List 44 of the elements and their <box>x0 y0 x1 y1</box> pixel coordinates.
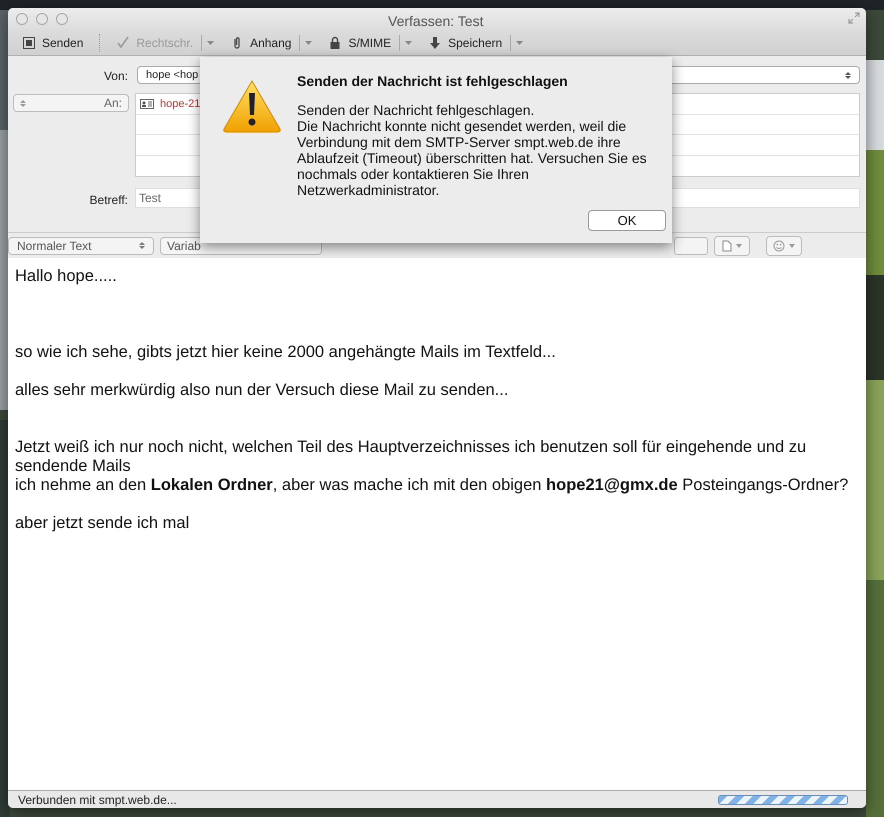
toolbar-button[interactable]: Senden <box>18 32 88 54</box>
minimize-button[interactable] <box>36 13 48 25</box>
down-arrow-icon <box>428 36 442 50</box>
caret-icon <box>789 244 795 248</box>
warning-icon <box>222 79 282 133</box>
address-type-select[interactable]: An: <box>13 94 129 112</box>
caret-icon <box>736 244 742 248</box>
dropdown-arrow-icon[interactable] <box>305 40 312 44</box>
format-button[interactable] <box>674 236 708 254</box>
stepper-arrows-icon <box>845 70 851 80</box>
toolbar-button[interactable]: Anhang <box>226 32 296 54</box>
fullscreen-icon[interactable] <box>848 12 860 24</box>
insert-button[interactable] <box>714 236 750 256</box>
from-label: Von: <box>104 68 128 85</box>
ok-button[interactable]: OK <box>588 210 666 231</box>
send-icon <box>22 36 36 50</box>
lock-icon <box>328 36 342 50</box>
body-text: Hallo hope..... <box>15 267 118 286</box>
body-text: aber jetzt sende ich mal <box>15 514 190 533</box>
subject-label: Betreff: <box>90 192 128 209</box>
toolbar-button[interactable]: S/MIME <box>324 32 396 54</box>
zoom-button[interactable] <box>56 13 68 25</box>
message-body[interactable] <box>8 258 866 790</box>
dropdown-arrow-icon[interactable] <box>405 40 412 44</box>
paragraph-style-select[interactable]: Normaler Text <box>8 236 154 254</box>
stepper-arrows-icon <box>20 98 26 108</box>
dropdown-arrow-icon[interactable] <box>516 40 524 44</box>
contact-card-icon <box>140 98 154 109</box>
smiley-button[interactable] <box>766 236 802 256</box>
dialog-message: Die Nachricht konnte nicht gesendet werden, weil die Verbindung mit dem SMTP-Server smpt.web.de ihre Ablaufzeit (Timeout) überschritten hat. Versuchen Sie es nochmals oder kontaktieren Sie Ihren Netzwerkadministrator. <box>297 118 648 198</box>
toolbar-button[interactable]: Speichern <box>424 32 506 54</box>
window-title: Verfassen: Test <box>388 12 484 31</box>
page-icon <box>722 240 732 252</box>
dialog-title: Senden der Nachricht ist fehlgeschlagen <box>297 72 569 91</box>
body-text: so wie ich sehe, gibts jetzt hier keine 2000 angehängte Mails im Textfeld... <box>15 343 557 362</box>
checkmark-icon <box>116 36 130 50</box>
smiley-icon <box>773 240 785 252</box>
status-text: Verbunden mit smpt.web.de... <box>18 792 178 808</box>
recipient-address[interactable]: hope-21 <box>160 96 200 112</box>
close-button[interactable] <box>16 13 28 25</box>
stepper-arrows-icon <box>139 241 145 250</box>
body-text: ich nehme an den Lokalen Ordner, aber was mache ich mit den obigen hope21@gmx.de Posteingangs-Ordner? <box>15 476 850 495</box>
dialog-message: Senden der Nachricht fehlgeschlagen. <box>297 102 536 118</box>
body-text: alles sehr merkwürdig also nun der Versuch diese Mail zu senden... <box>15 381 510 400</box>
